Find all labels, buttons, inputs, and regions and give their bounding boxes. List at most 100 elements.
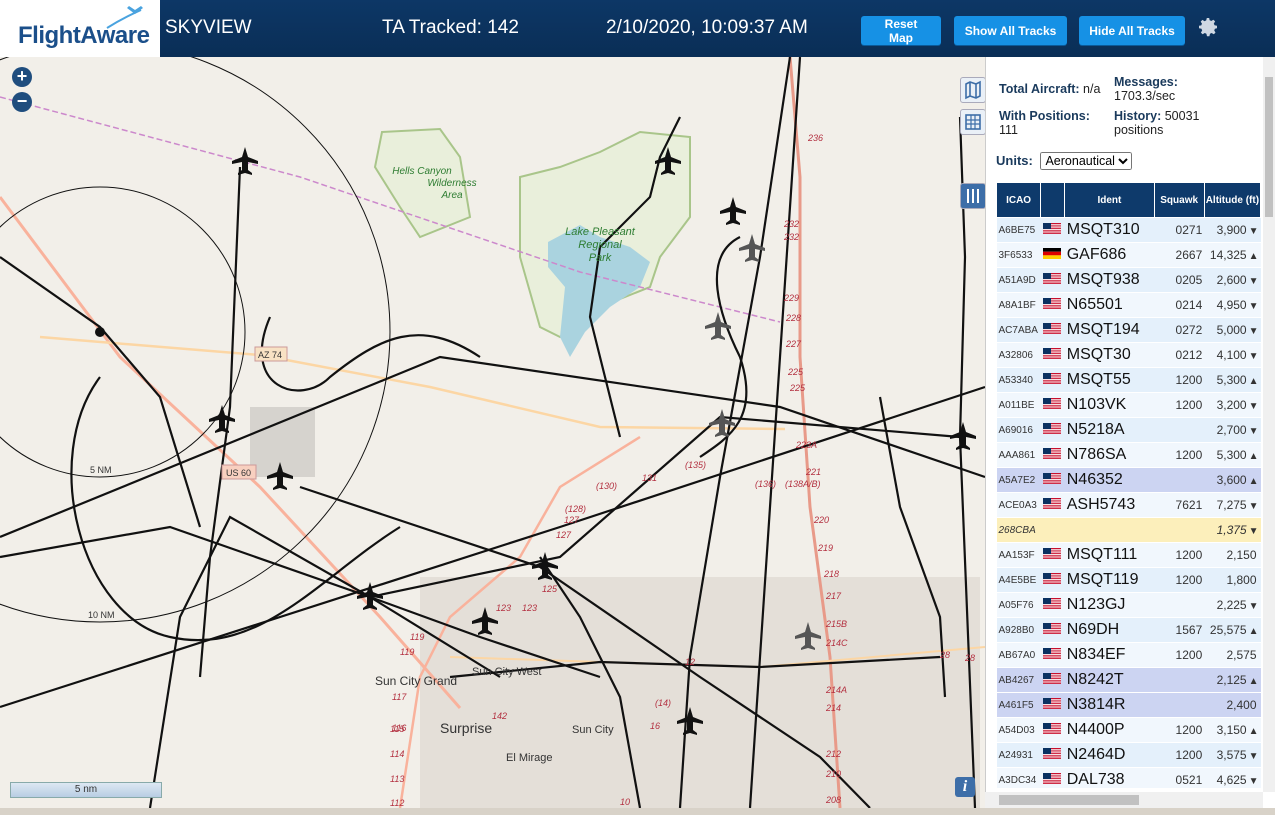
icao-cell: 3F6533 (996, 242, 1041, 268)
history-stat: History: 50031 positions (1114, 109, 1199, 137)
zoom-out-button[interactable]: − (12, 92, 32, 112)
road-number: 220 (813, 515, 829, 525)
ident-cell: N3814R (1064, 692, 1155, 718)
history-label: History: (1114, 109, 1162, 123)
map-view[interactable]: Hells Canyon Wilderness Area Lake Pleasa… (0, 57, 985, 808)
squawk-cell: 0205 (1154, 267, 1205, 293)
altitude-value: 5,300 (1216, 448, 1247, 462)
table-row[interactable]: A69016 N5218A 2,700 ▼ (996, 417, 1261, 443)
az74-shield: AZ 74 (258, 350, 282, 360)
road-number: 217 (825, 591, 842, 601)
table-row[interactable]: ACE0A3 ASH5743 7621 7,275 ▼ (996, 492, 1261, 518)
reset-map-button[interactable]: Reset Map (861, 16, 941, 45)
lake-pleasant-label-2: Regional (578, 239, 622, 251)
road-number: (136) (755, 479, 776, 489)
us-flag-icon (1042, 498, 1061, 510)
gear-icon[interactable] (1196, 15, 1220, 39)
table-row[interactable]: A4E5BE MSQT119 1200 1,800 (996, 567, 1261, 593)
table-row[interactable]: A6BE75 MSQT310 0271 3,900 ▼ (996, 217, 1261, 243)
col-icao[interactable]: ICAO (996, 182, 1042, 218)
altitude-cell: 4,625 ▼ (1204, 767, 1261, 788)
aircraft-table-body: A6BE75 MSQT310 0271 3,900 ▼ 3F6533 GAF686 2667 1… (996, 217, 1261, 788)
table-row[interactable]: A3DC34 DAL738 0521 4,625 ▼ (996, 767, 1261, 788)
table-row[interactable]: 3F6533 GAF686 2667 14,325 ▲ (996, 242, 1261, 268)
col-altitude[interactable]: Altitude (ft) (1203, 182, 1261, 218)
table-row[interactable]: 268CBA 1,375 ▼ (996, 517, 1261, 543)
squawk-cell: 1200 (1154, 717, 1205, 743)
road-number: 123 (496, 603, 511, 613)
ident-cell: N2464D (1064, 742, 1155, 768)
squawk-cell: 1200 (1154, 442, 1205, 468)
table-row[interactable]: A928B0 N69DH 1567 25,575 ▲ (996, 617, 1261, 643)
table-row[interactable]: A32806 MSQT30 0212 4,100 ▼ (996, 342, 1261, 368)
ident-cell: MSQT310 (1064, 217, 1155, 243)
table-row[interactable]: A5A7E2 N46352 3,600 ▲ (996, 467, 1261, 493)
zoom-in-button[interactable]: + (12, 67, 32, 87)
altitude-trend-icon: ▲ (1248, 476, 1259, 487)
col-squawk[interactable]: Squawk (1153, 182, 1205, 218)
table-row[interactable]: A8A1BF N65501 0214 4,950 ▼ (996, 292, 1261, 318)
table-row[interactable]: AAA861 N786SA 1200 5,300 ▲ (996, 442, 1261, 468)
sidebar-horizontal-scrollbar[interactable] (985, 792, 1263, 808)
ring-label-10: 10 NM (88, 610, 115, 620)
table-row[interactable]: A461F5 N3814R 2,400 (996, 692, 1261, 718)
info-button[interactable]: i (955, 777, 975, 797)
units-select[interactable]: Aeronautical (1040, 152, 1133, 170)
hide-all-tracks-button[interactable]: Hide All Tracks (1079, 16, 1185, 45)
table-row[interactable]: AC7ABA MSQT194 0272 5,000 ▼ (996, 317, 1261, 343)
road-number: 119 (400, 647, 414, 657)
road-number: 218 (823, 569, 839, 579)
ident-cell: MSQT30 (1064, 342, 1155, 368)
altitude-trend-icon: ▼ (1248, 226, 1259, 237)
scale-bar: 5 nm (10, 782, 162, 798)
altitude-cell: 5,000 ▼ (1204, 317, 1261, 343)
road-number: 16 (650, 721, 660, 731)
altitude-value: 14,325 (1209, 248, 1247, 262)
grid-toggle-button[interactable] (960, 109, 985, 135)
flag-cell (1040, 592, 1065, 618)
altitude-value: 2,700 (1216, 423, 1247, 437)
table-row[interactable]: A54D03 N4400P 1200 3,150 ▲ (996, 717, 1261, 743)
squawk-cell (1154, 417, 1205, 443)
col-ident[interactable]: Ident (1064, 182, 1155, 218)
scrollbar-thumb[interactable] (1265, 77, 1273, 217)
table-row[interactable]: AB4267 N8242T 2,125 ▲ (996, 667, 1261, 693)
altitude-trend-icon: ▼ (1248, 351, 1259, 362)
site-name: SKYVIEW (165, 17, 252, 38)
icao-cell: A51A9D (996, 267, 1041, 293)
altitude-trend-icon: ▲ (1248, 626, 1259, 637)
ident-cell: N123GJ (1064, 592, 1155, 618)
us-flag-icon (1042, 698, 1061, 710)
altitude-trend-icon: ▲ (1248, 726, 1259, 737)
road-number: (128) (565, 504, 586, 514)
sidebar-vertical-scrollbar[interactable] (1263, 57, 1275, 792)
us-flag-icon (1042, 723, 1061, 735)
us-flag-icon (1042, 448, 1061, 460)
table-row[interactable]: AA153F MSQT111 1200 2,150 (996, 542, 1261, 568)
scrollbar-thumb[interactable] (999, 795, 1139, 805)
table-row[interactable]: A011BE N103VK 1200 3,200 ▼ (996, 392, 1261, 418)
ident-cell: MSQT119 (1064, 567, 1155, 593)
icao-cell: AA153F (996, 542, 1041, 568)
messages-stat: Messages: 1703.3/sec (1114, 75, 1178, 103)
map-icon (965, 80, 981, 100)
altitude-cell: 4,100 ▼ (1204, 342, 1261, 368)
col-flag[interactable] (1040, 182, 1066, 218)
us60-shield: US 60 (226, 468, 251, 478)
map-layers-button[interactable] (960, 77, 985, 103)
altitude-trend-icon: ▲ (1248, 676, 1259, 687)
altitude-trend-icon: ▼ (1248, 401, 1259, 412)
range-ring-5 (0, 186, 246, 478)
table-row[interactable]: A51A9D MSQT938 0205 2,600 ▼ (996, 267, 1261, 293)
table-row[interactable]: AB67A0 N834EF 1200 2,575 (996, 642, 1261, 668)
table-row[interactable]: A05F76 N123GJ 2,225 ▼ (996, 592, 1261, 618)
flightaware-logo[interactable]: FlightAware (0, 0, 160, 57)
aircraft-icon (209, 405, 235, 433)
column-toggle-button[interactable] (960, 183, 985, 209)
icao-cell: A6BE75 (996, 217, 1041, 243)
us-flag-icon (1042, 298, 1061, 310)
show-all-tracks-button[interactable]: Show All Tracks (954, 16, 1067, 45)
squawk-cell: 1200 (1154, 367, 1205, 393)
table-row[interactable]: A53340 MSQT55 1200 5,300 ▲ (996, 367, 1261, 393)
table-row[interactable]: A24931 N2464D 1200 3,575 ▼ (996, 742, 1261, 768)
